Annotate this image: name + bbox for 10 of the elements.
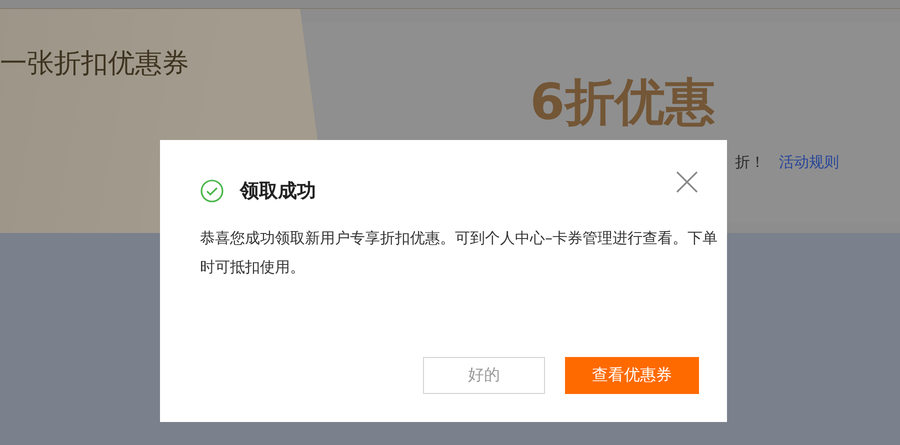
close-icon[interactable] [675, 170, 699, 194]
view-coupons-button[interactable]: 查看优惠券 [565, 357, 699, 394]
dialog-title: 领取成功 [240, 179, 317, 204]
offer-title: 6折优惠 [530, 77, 715, 127]
offer-note: 折！ [735, 153, 765, 172]
check-circle-icon [200, 179, 224, 203]
rules-link[interactable]: 活动规则 [779, 153, 839, 172]
dialog-message: 恭喜您成功领取新用户专享折扣优惠。可到个人中心–卡券管理进行查看。下单时可抵扣使用。 [200, 228, 718, 278]
ok-button[interactable]: 好的 [423, 357, 545, 394]
banner-heading: 一张折扣优惠券 [0, 47, 189, 81]
